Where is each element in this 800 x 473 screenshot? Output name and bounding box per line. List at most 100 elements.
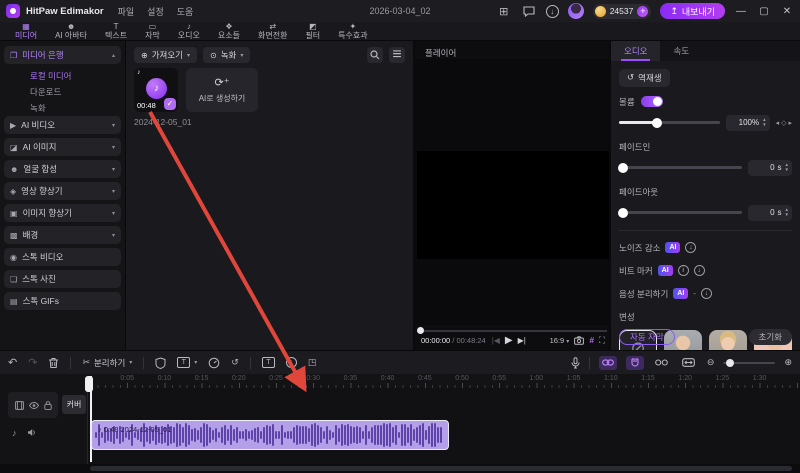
playhead-handle[interactable] — [85, 376, 93, 392]
aspect-ratio-select[interactable]: 16:9 ▾ — [550, 336, 570, 345]
tab-media[interactable]: ▦ 미디어 — [6, 22, 46, 40]
fit-timeline-icon[interactable] — [680, 356, 698, 370]
snapshot-icon[interactable] — [574, 335, 585, 345]
keyframe-next-icon[interactable]: ▸ — [788, 119, 792, 127]
sidebar-item-media-bank[interactable]: ❐ 미디어 은행 ▴ — [4, 46, 121, 64]
maximize-button[interactable]: ▢ — [757, 6, 771, 17]
export-button[interactable]: ↥ 내보내기 — [660, 3, 725, 19]
keyframe-prev-icon[interactable]: ◂ — [776, 119, 780, 127]
split-button[interactable]: ✂ 분리하기 ▾ — [82, 357, 132, 369]
media-clip-thumbnail[interactable]: ♪ ♪ 00:48 ✓ — [134, 68, 178, 112]
reverse-play-button[interactable]: ↺ 역재생 — [619, 68, 670, 87]
tab-subtitles[interactable]: ▭ 자막 — [136, 22, 169, 40]
text-tool-icon[interactable]: T ▾ — [177, 357, 197, 368]
tab-audio[interactable]: ♪ 오디오 — [169, 22, 209, 40]
zoom-in-icon[interactable]: ⊕ — [784, 357, 792, 368]
download-model-icon[interactable]: ↓ — [700, 288, 712, 299]
next-frame-button[interactable]: ▶| — [518, 336, 526, 345]
download-clip-icon[interactable]: ↓ — [285, 357, 297, 368]
sidebar-item-stock-photo[interactable]: ❏ 스톡 사진 — [4, 270, 121, 288]
tab-speed-props[interactable]: 속도 — [660, 41, 702, 61]
mask-icon[interactable] — [155, 356, 166, 369]
tab-transitions[interactable]: ⇄ 화면전환 — [249, 22, 296, 40]
trash-icon[interactable] — [48, 357, 59, 369]
sidebar-item-ai-image[interactable]: ◪ AI 이미지 ▾ — [4, 138, 121, 156]
prev-frame-button[interactable]: |◀ — [492, 336, 500, 345]
menu-settings[interactable]: 설정 — [147, 5, 164, 18]
sidebar-item-face-swap[interactable]: ☻ 얼굴 합성 ▾ — [4, 160, 121, 178]
tab-audio-props[interactable]: 오디오 — [611, 41, 661, 61]
sidebar-item-image-enhancer[interactable]: ▣ 이미지 향상기 ▾ — [4, 204, 121, 222]
sidebar-item-record[interactable]: 녹화 — [4, 100, 121, 116]
minimize-button[interactable]: — — [734, 6, 748, 17]
scrollbar-thumb[interactable] — [90, 466, 792, 471]
reset-button[interactable]: 초기화 — [748, 329, 792, 345]
timeline-zoom-slider[interactable] — [723, 358, 776, 367]
volume-slider[interactable] — [619, 117, 720, 128]
sidebar-item-ai-video[interactable]: ▶ AI 비디오 ▾ — [4, 116, 121, 134]
microphone-icon[interactable] — [571, 356, 580, 369]
zoom-out-icon[interactable]: ⊖ — [707, 357, 715, 368]
stepper-icon[interactable]: ▲ ▼ — [785, 162, 789, 172]
add-coins-icon[interactable]: + — [637, 5, 649, 17]
fade-out-value-box[interactable]: 0 s ▲ ▼ — [748, 204, 792, 221]
sidebar-item-stock-gifs[interactable]: ▤ 스톡 GIFs — [4, 292, 121, 310]
volume-toggle[interactable] — [640, 96, 663, 107]
feedback-bubble-icon[interactable] — [521, 4, 537, 18]
sidebar-item-video-enhancer[interactable]: ◈ 영상 향상기 ▾ — [4, 182, 121, 200]
redo-icon[interactable]: ↷ — [28, 356, 37, 369]
play-button[interactable]: ▶ — [505, 335, 513, 346]
player-scrubber[interactable] — [419, 330, 607, 332]
horizontal-scrollbar[interactable] — [0, 464, 800, 473]
user-avatar[interactable] — [567, 3, 584, 19]
stepper-icon[interactable]: ▲ ▼ — [785, 207, 789, 217]
undo-icon[interactable]: ↶ — [8, 356, 17, 369]
timeline-audio-clip[interactable]: ♪ 0:48 2024-12-05_01 — [91, 420, 449, 450]
sidebar-item-downloads[interactable]: 다운로드 — [4, 84, 121, 100]
cover-button[interactable]: 커버 — [62, 395, 86, 414]
tab-ai-avatar[interactable]: ☻ AI 아바타 — [46, 22, 96, 40]
lock-icon[interactable] — [43, 400, 52, 410]
menu-file[interactable]: 파일 — [118, 5, 135, 18]
volume-value-box[interactable]: 100% ▲ ▼ — [725, 114, 770, 131]
sidebar-item-local-media[interactable]: 로컬 미디어 — [4, 68, 121, 84]
fade-in-slider[interactable] — [618, 162, 742, 173]
auto-subtitle-button[interactable]: 자동 자막 — [619, 329, 675, 345]
ai-generate-card[interactable]: ⟳⁺ AI로 생성하기 — [186, 68, 258, 112]
grid-icon[interactable]: # — [589, 335, 594, 345]
music-note-icon[interactable]: ♪ — [12, 428, 17, 438]
freeze-frame-icon[interactable]: T — [261, 357, 275, 368]
tab-effects[interactable]: ✦ 특수효과 — [329, 22, 376, 40]
search-icon[interactable] — [367, 47, 383, 63]
stepper-icon[interactable]: ▲ ▼ — [762, 117, 766, 127]
close-button[interactable]: ✕ — [780, 6, 794, 17]
magnet-snap-icon[interactable] — [625, 355, 644, 370]
link-clips-icon[interactable] — [598, 355, 617, 370]
keyframe-add-icon[interactable]: ◇ — [781, 119, 786, 127]
eye-icon[interactable] — [28, 401, 39, 409]
download-icon[interactable]: ↓ — [545, 4, 559, 18]
playhead[interactable] — [90, 376, 92, 462]
import-button[interactable]: ⊕ 가져오기 ▾ — [134, 47, 197, 63]
coin-balance[interactable]: 24537 + — [592, 3, 652, 19]
speed-gauge-icon[interactable] — [208, 357, 220, 369]
download-model-icon[interactable]: ↓ — [693, 265, 705, 276]
menu-help[interactable]: 도움 — [177, 5, 194, 18]
unlink-icon[interactable] — [653, 356, 671, 370]
fade-in-value-box[interactable]: 0 s ▲ ▼ — [748, 159, 792, 176]
tab-filters[interactable]: ◩ 필터 — [296, 22, 329, 40]
record-button[interactable]: ⊙ 녹화 ▾ — [203, 47, 251, 63]
crop-icon[interactable]: ◳ — [308, 357, 317, 368]
fullscreen-icon[interactable]: ⛶ — [599, 335, 605, 346]
timeline-ruler[interactable]: 0:05 0:10 0:15 0:20 0:25 0:30 0:35 0:40 … — [0, 374, 800, 388]
fade-out-slider[interactable] — [618, 207, 742, 218]
download-model-icon[interactable]: ↓ — [685, 242, 697, 253]
reverse-clip-icon[interactable]: ↺ — [231, 357, 239, 368]
film-icon[interactable] — [14, 400, 24, 410]
sidebar-item-background[interactable]: ▩ 배경 ▾ — [4, 226, 121, 244]
sidebar-item-stock-video[interactable]: ◉ 스톡 비디오 — [4, 248, 121, 266]
tab-elements[interactable]: ❖ 요소들 — [209, 22, 249, 40]
layout-icon[interactable]: ⊞ — [496, 4, 512, 18]
speaker-icon[interactable] — [27, 428, 37, 438]
video-preview-area[interactable] — [415, 59, 611, 325]
